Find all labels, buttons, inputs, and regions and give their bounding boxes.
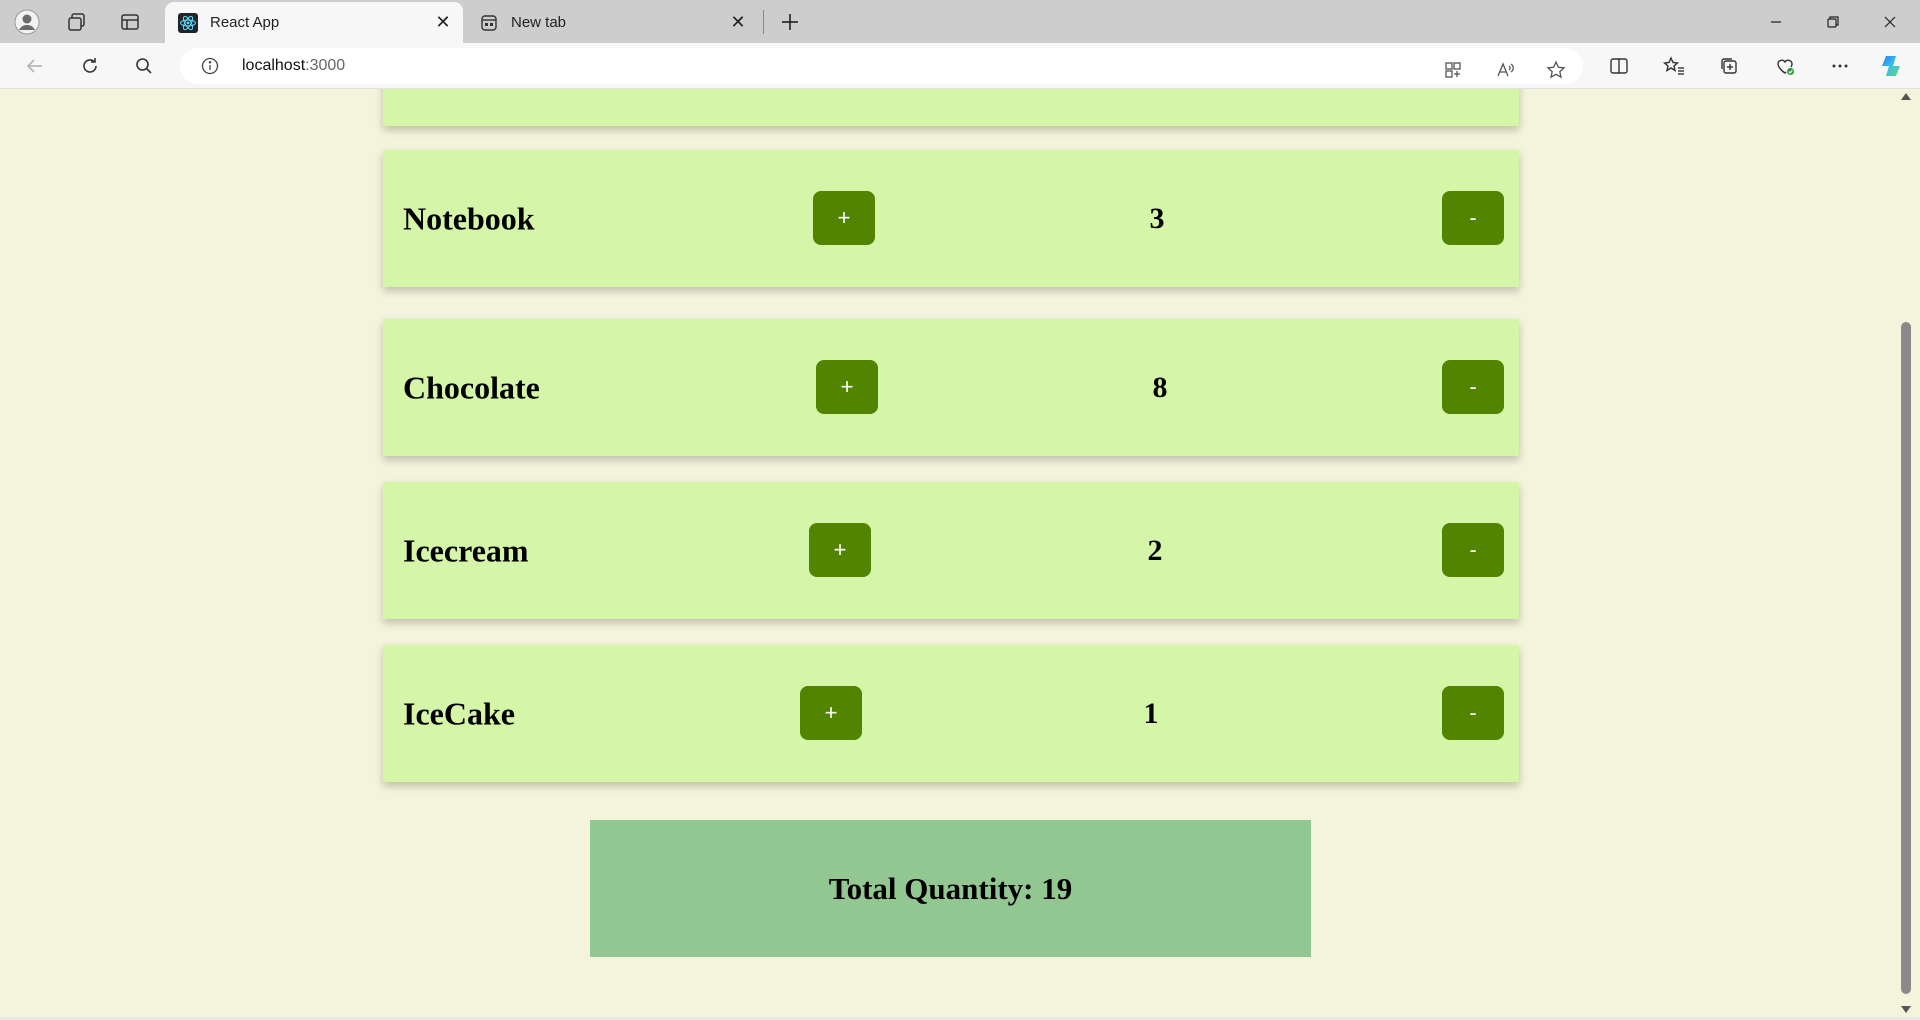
decrement-button[interactable]: -	[1442, 360, 1504, 414]
item-name: IceCake	[403, 695, 515, 731]
collections-icon[interactable]	[1714, 51, 1744, 81]
new-tab-button[interactable]	[775, 7, 805, 37]
vertical-tabs-icon[interactable]	[115, 7, 145, 37]
item-name: Icecream	[403, 532, 529, 568]
more-options-icon[interactable]	[1825, 51, 1855, 81]
increment-button[interactable]: +	[813, 191, 875, 245]
new-tab-page-icon	[479, 13, 499, 33]
total-quantity-box: Total Quantity: 19	[590, 820, 1311, 957]
address-bar[interactable]: localhost:3000	[180, 48, 1583, 84]
item-name: Chocolate	[403, 369, 540, 405]
decrement-button[interactable]: -	[1442, 686, 1504, 740]
tab-separator	[763, 10, 764, 34]
favorites-icon[interactable]	[1659, 51, 1689, 81]
vertical-scrollbar[interactable]	[1898, 89, 1914, 1017]
app-available-icon[interactable]	[1439, 56, 1467, 84]
item-card: IceCake + 1 -	[383, 645, 1519, 782]
item-name: Notebook	[403, 200, 535, 236]
increment-button[interactable]: +	[800, 686, 862, 740]
increment-button[interactable]: +	[809, 523, 871, 577]
minimize-button[interactable]	[1748, 0, 1804, 43]
decrement-button[interactable]: -	[1442, 191, 1504, 245]
item-card: Notebook + 3 -	[383, 150, 1519, 287]
tab-react-app[interactable]: React App ✕	[165, 2, 463, 43]
item-card: Icecream + 2 -	[383, 482, 1519, 619]
item-card: Chocolate + 8 -	[383, 319, 1519, 456]
react-logo-icon	[178, 12, 198, 33]
restore-button[interactable]	[1805, 0, 1861, 43]
decrement-button[interactable]: -	[1442, 523, 1504, 577]
address-toolbar: localhost:3000	[0, 43, 1920, 89]
favorite-star-icon[interactable]	[1542, 56, 1570, 84]
page-viewport: Notebook + 3 - Chocolate + 8 - Icecream …	[6, 89, 1898, 1017]
url-text: localhost:3000	[242, 57, 346, 74]
scroll-up-arrow-icon[interactable]	[1901, 93, 1911, 100]
search-icon[interactable]	[129, 51, 159, 81]
close-window-button[interactable]	[1862, 0, 1918, 43]
tab-title: React App	[210, 14, 280, 31]
tab-title: New tab	[511, 14, 567, 31]
browser-essentials-icon[interactable]	[1770, 51, 1800, 81]
site-info-icon[interactable]	[200, 56, 220, 76]
item-card-partial	[383, 89, 1519, 126]
copilot-icon[interactable]	[1878, 51, 1908, 81]
split-screen-icon[interactable]	[1604, 51, 1634, 81]
item-quantity: 8	[1152, 370, 1168, 404]
item-quantity: 1	[1143, 696, 1159, 730]
item-quantity: 2	[1147, 533, 1163, 567]
close-tab-icon[interactable]: ✕	[724, 9, 752, 37]
item-quantity: 3	[1149, 201, 1165, 235]
read-aloud-icon[interactable]	[1491, 56, 1519, 84]
tab-new-tab[interactable]: New tab ✕	[466, 2, 758, 43]
refresh-button[interactable]	[75, 51, 105, 81]
back-button[interactable]	[20, 51, 50, 81]
scroll-down-arrow-icon[interactable]	[1901, 1006, 1911, 1013]
scrollbar-thumb[interactable]	[1901, 322, 1911, 994]
total-quantity-text: Total Quantity: 19	[828, 870, 1073, 906]
profile-icon[interactable]	[12, 7, 42, 37]
tab-strip: React App ✕ New tab ✕	[0, 0, 1920, 43]
close-tab-icon[interactable]: ✕	[429, 9, 457, 37]
workspaces-icon[interactable]	[62, 7, 92, 37]
increment-button[interactable]: +	[816, 360, 878, 414]
